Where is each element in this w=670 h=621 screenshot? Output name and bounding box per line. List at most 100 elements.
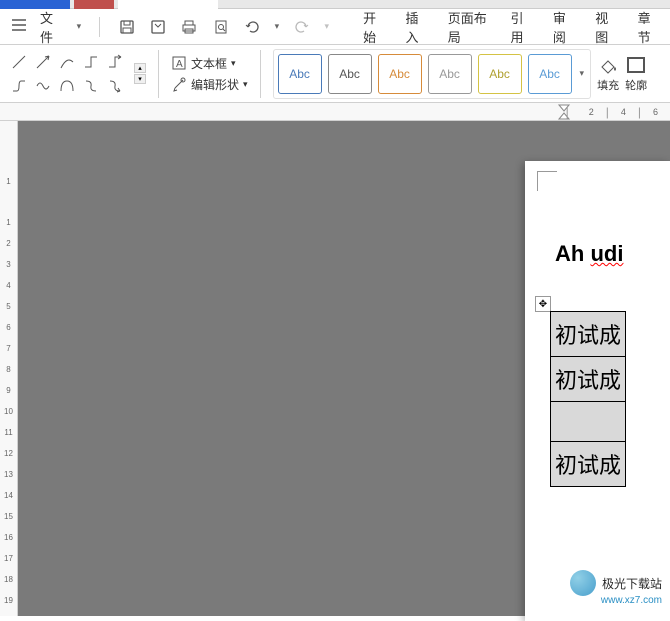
rv-mark: 14 (4, 485, 13, 506)
shape-curve[interactable] (56, 51, 78, 73)
chevron-down-icon[interactable]: ▾ (77, 21, 82, 32)
file-menu[interactable]: 文件 (40, 8, 63, 46)
menu-page-layout[interactable]: 页面布局 (448, 8, 489, 46)
rv-mark: 12 (4, 443, 13, 464)
menu-reference[interactable]: 引用 (511, 8, 531, 46)
rv-mark: 1 (6, 171, 10, 192)
watermark-url: www.xz7.com (601, 595, 662, 606)
document-table[interactable]: 初试成 初试成 初试成 (550, 311, 626, 487)
rv-mark: 19 (4, 590, 13, 611)
textbox-label: 文本框 (191, 55, 227, 72)
ruler-mark: 2 (589, 107, 594, 117)
hamburger-icon[interactable] (12, 19, 26, 34)
shape-s-arrow[interactable] (104, 75, 126, 97)
style-preset-4[interactable]: Abc (428, 54, 472, 94)
menu-review[interactable]: 审阅 (553, 8, 573, 46)
spin-up[interactable]: ▴ (134, 63, 146, 73)
ribbon-toolbar: ▴ ▾ A 文本框 ▾ 编辑形状 ▾ Abc Abc Abc Abc Abc A… (0, 45, 670, 103)
save-as-icon[interactable] (149, 17, 166, 37)
document-page[interactable]: Ah udi ✥ 初试成 初试成 初试成 (525, 161, 670, 621)
vertical-ruler[interactable]: 1 1 2 3 4 5 6 7 8 9 10 11 12 13 14 15 16… (0, 121, 18, 616)
text-tools-group: A 文本框 ▾ 编辑形状 ▾ (171, 55, 248, 93)
workspace: 1 1 2 3 4 5 6 7 8 9 10 11 12 13 14 15 16… (0, 121, 670, 616)
menu-insert[interactable]: 插入 (405, 8, 425, 46)
fill-label: 填充 (597, 77, 619, 93)
document-heading[interactable]: Ah udi (555, 241, 623, 267)
shape-elbow-arrow[interactable] (104, 51, 126, 73)
redo-dropdown[interactable]: ▾ (325, 21, 330, 32)
undo-icon[interactable] (243, 17, 260, 37)
document-canvas[interactable]: Ah udi ✥ 初试成 初试成 初试成 (18, 121, 670, 616)
rv-mark: 5 (6, 296, 10, 317)
shape-elbow[interactable] (80, 51, 102, 73)
table-cell-empty[interactable] (551, 402, 626, 442)
fill-tool[interactable]: 填充 (597, 55, 619, 93)
rv-mark: 8 (6, 359, 10, 380)
rv-mark: 4 (6, 275, 10, 296)
file-toolbar: 文件 ▾ ▾ ▾ 开始 插入 页面布局 引用 审阅 视图 章节 (0, 9, 670, 45)
outline-label: 轮廓 (625, 77, 647, 93)
divider (99, 17, 100, 37)
rv-mark: 6 (6, 317, 10, 338)
ruler-mark: 4 (621, 107, 626, 117)
spin-down[interactable]: ▾ (134, 74, 146, 84)
textbox-tool[interactable]: A 文本框 ▾ (171, 55, 248, 72)
ruler-mark: 6 (653, 107, 658, 117)
menu-view[interactable]: 视图 (595, 8, 615, 46)
outline-tool[interactable]: 轮廓 (625, 55, 647, 93)
rv-mark: 2 (6, 233, 10, 254)
rv-mark: 9 (6, 380, 10, 401)
shape-gallery (8, 51, 126, 97)
menu-chapter[interactable]: 章节 (638, 8, 658, 46)
style-preset-1[interactable]: Abc (278, 54, 322, 94)
edit-shape-label: 编辑形状 (191, 76, 239, 93)
rv-mark: 10 (4, 401, 13, 422)
shape-connector2[interactable] (32, 75, 54, 97)
shape-arrow[interactable] (32, 51, 54, 73)
gallery-expand[interactable]: ▾ (578, 68, 587, 79)
shape-spinner: ▴ ▾ (134, 63, 146, 84)
style-preset-2[interactable]: Abc (328, 54, 372, 94)
style-preset-6[interactable]: Abc (528, 54, 572, 94)
undo-dropdown[interactable]: ▾ (275, 21, 280, 32)
watermark: 极光下载站 (570, 570, 662, 596)
rv-mark: 13 (4, 464, 13, 485)
shape-connector3[interactable] (56, 75, 78, 97)
separator (158, 50, 159, 98)
svg-text:A: A (176, 59, 183, 70)
main-menu: 开始 插入 页面布局 引用 审阅 视图 章节 (363, 8, 658, 46)
rv-mark: 1 (6, 212, 10, 233)
separator (260, 50, 261, 98)
rv-mark: 11 (4, 422, 12, 443)
tab-doc[interactable] (118, 0, 218, 9)
shape-connector1[interactable] (8, 75, 30, 97)
watermark-text: 极光下载站 (602, 575, 662, 592)
edit-shape-tool[interactable]: 编辑形状 ▾ (171, 76, 248, 93)
rv-mark: 17 (4, 548, 13, 569)
table-cell[interactable]: 初试成 (551, 442, 626, 487)
menu-start[interactable]: 开始 (363, 8, 383, 46)
table-move-handle[interactable]: ✥ (535, 296, 551, 312)
print-preview-icon[interactable] (212, 17, 229, 37)
save-icon[interactable] (118, 17, 135, 37)
redo-icon[interactable] (293, 17, 310, 37)
table-cell[interactable]: 初试成 (551, 312, 626, 357)
chevron-down-icon: ▾ (231, 58, 236, 69)
print-icon[interactable] (181, 17, 198, 37)
table-cell[interactable]: 初试成 (551, 357, 626, 402)
style-preset-3[interactable]: Abc (378, 54, 422, 94)
rv-mark: 16 (4, 527, 13, 548)
rv-mark: 3 (6, 254, 10, 275)
shape-style-gallery: Abc Abc Abc Abc Abc Abc ▾ (273, 49, 592, 99)
shape-line[interactable] (8, 51, 30, 73)
watermark-logo-icon (570, 570, 596, 596)
chevron-down-icon: ▾ (243, 79, 248, 90)
horizontal-ruler[interactable]: | 2 | 4 | 6 (0, 103, 670, 121)
margin-corner (537, 171, 557, 191)
tab-pdf[interactable] (74, 0, 114, 9)
rv-mark: 7 (6, 338, 10, 359)
style-preset-5[interactable]: Abc (478, 54, 522, 94)
rv-mark: 18 (4, 569, 13, 590)
rv-mark: 15 (4, 506, 13, 527)
shape-s-curve[interactable] (80, 75, 102, 97)
